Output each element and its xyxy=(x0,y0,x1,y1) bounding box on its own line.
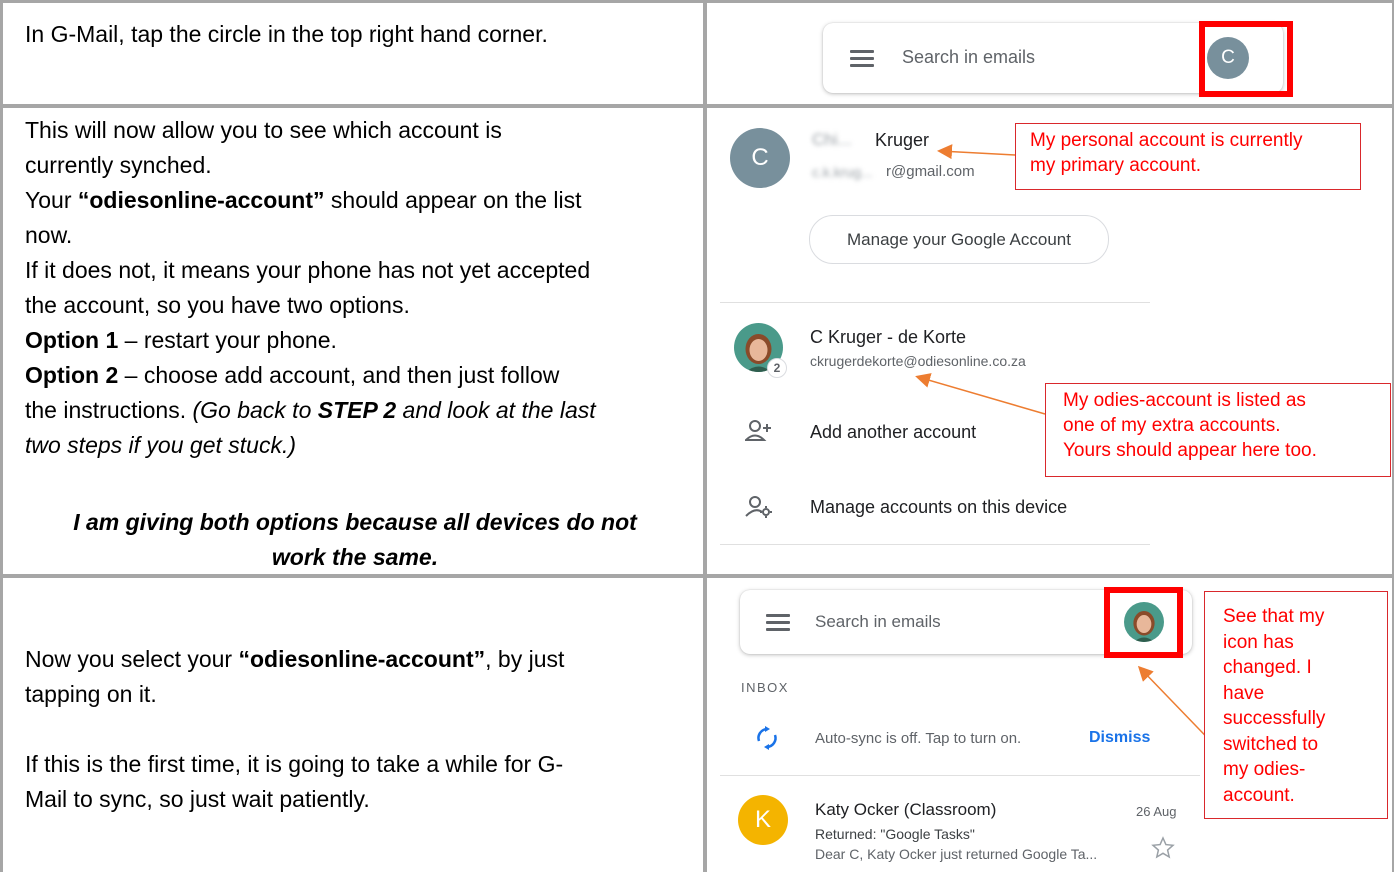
arrow-to-primary xyxy=(937,144,1016,160)
row3-para1-line2: tapping on it. xyxy=(25,681,157,707)
auto-sync-notice[interactable]: Auto-sync is off. Tap to turn on. xyxy=(815,730,1021,747)
star-outline-icon xyxy=(1151,836,1175,859)
mail-sender-avatar[interactable]: K xyxy=(738,795,788,845)
sync-arrows-icon xyxy=(757,726,777,750)
divider-3 xyxy=(720,775,1200,776)
callout-icon-changed: See that my icon has changed. I have suc… xyxy=(1204,591,1388,819)
callout-icon-line2: icon has xyxy=(1223,631,1294,653)
arrow-to-secondary xyxy=(915,373,1046,415)
mail-date: 26 Aug xyxy=(1136,804,1177,819)
callout-icon-line5: successfully xyxy=(1223,708,1326,729)
row3-para1-line1: Now you select your “odiesonline-account… xyxy=(25,642,695,677)
row3-para1-pre: Now you select your xyxy=(25,646,239,672)
callout-icon-line6: switched to xyxy=(1223,733,1319,755)
inbox-label: INBOX xyxy=(741,680,789,695)
row3-para2-line1: If this is the first time, it is going t… xyxy=(25,751,564,777)
callout-icon-line3: changed. I xyxy=(1223,657,1312,678)
callout-icon-line1: See that my xyxy=(1223,606,1325,627)
mail-preview[interactable]: Dear C, Katy Ocker just returned Google … xyxy=(815,846,1097,862)
mail-sender[interactable]: Katy Ocker (Classroom) xyxy=(815,800,996,820)
dismiss-button[interactable]: Dismiss xyxy=(1089,729,1150,747)
sync-icon xyxy=(756,726,778,755)
callout-icon-line4: have xyxy=(1223,682,1265,704)
star-icon[interactable] xyxy=(1151,836,1175,865)
mail-subject[interactable]: Returned: "Google Tasks" xyxy=(815,826,975,842)
row3-account-name: “odiesonline-account” xyxy=(238,646,486,672)
highlight-box-new-avatar xyxy=(1104,587,1183,658)
row3-instructions: Now you select your “odiesonline-account… xyxy=(25,642,695,817)
search-input-placeholder-row3[interactable]: Search in emails xyxy=(815,612,941,632)
callout-icon-line7: my odies- xyxy=(1223,759,1306,780)
callout-icon-line8: account. xyxy=(1223,784,1295,806)
row3-spacer xyxy=(25,712,695,747)
row3-para1-post: , by just xyxy=(485,646,565,672)
row3-para2-line2: Mail to sync, so just wait patiently. xyxy=(25,786,370,812)
menu-icon-row3[interactable] xyxy=(766,614,790,632)
